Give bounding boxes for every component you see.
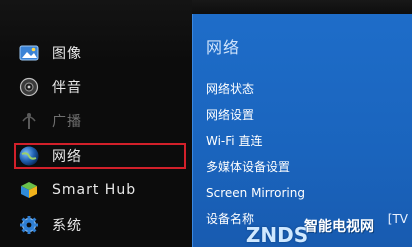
menu-item-sound[interactable]: 伴音 xyxy=(18,72,190,102)
watermark: ZNDS 智能电视网 xyxy=(246,214,412,247)
menu-label: 图像 xyxy=(52,46,82,62)
menu-label: 网络 xyxy=(52,149,82,165)
watermark-logo: ZNDS xyxy=(245,223,309,247)
menu-item-broadcast[interactable]: 广播 xyxy=(18,106,190,136)
panel-title: 网络 xyxy=(206,38,241,57)
gear-icon xyxy=(18,214,40,236)
network-submenu-panel: 网络 网络状态 网络设置 Wi-Fi 直连 多媒体设备设置 Screen Mir… xyxy=(192,14,412,247)
menu-label: 伴音 xyxy=(52,80,82,96)
menu-item-system[interactable]: 系统 xyxy=(18,210,190,240)
menu-item-network[interactable]: 网络 xyxy=(14,143,186,169)
option-network-status[interactable]: 网络状态 xyxy=(206,76,406,102)
sound-icon xyxy=(18,76,40,98)
globe-icon xyxy=(18,145,40,167)
option-screen-mirroring[interactable]: Screen Mirroring xyxy=(206,180,406,206)
option-multimedia-device-settings[interactable]: 多媒体设备设置 xyxy=(206,154,406,180)
menu-label: 广播 xyxy=(52,114,82,130)
menu-label: Smart Hub xyxy=(52,182,137,198)
network-options-list: 网络状态 网络设置 Wi-Fi 直连 多媒体设备设置 Screen Mirror… xyxy=(206,76,406,232)
watermark-text: 智能电视网 xyxy=(304,219,374,235)
menu-label: 系统 xyxy=(52,218,82,234)
option-wifi-direct[interactable]: Wi-Fi 直连 xyxy=(206,128,406,154)
smart-hub-icon xyxy=(18,179,40,201)
picture-icon xyxy=(18,42,40,64)
option-network-settings[interactable]: 网络设置 xyxy=(206,102,406,128)
broadcast-icon xyxy=(18,110,40,132)
menu-item-picture[interactable]: 图像 xyxy=(18,38,190,68)
menu-item-smart-hub[interactable]: Smart Hub xyxy=(18,175,190,205)
settings-menu: 图像 伴音 广播 网络 Smart Hub 系统 xyxy=(0,0,192,247)
